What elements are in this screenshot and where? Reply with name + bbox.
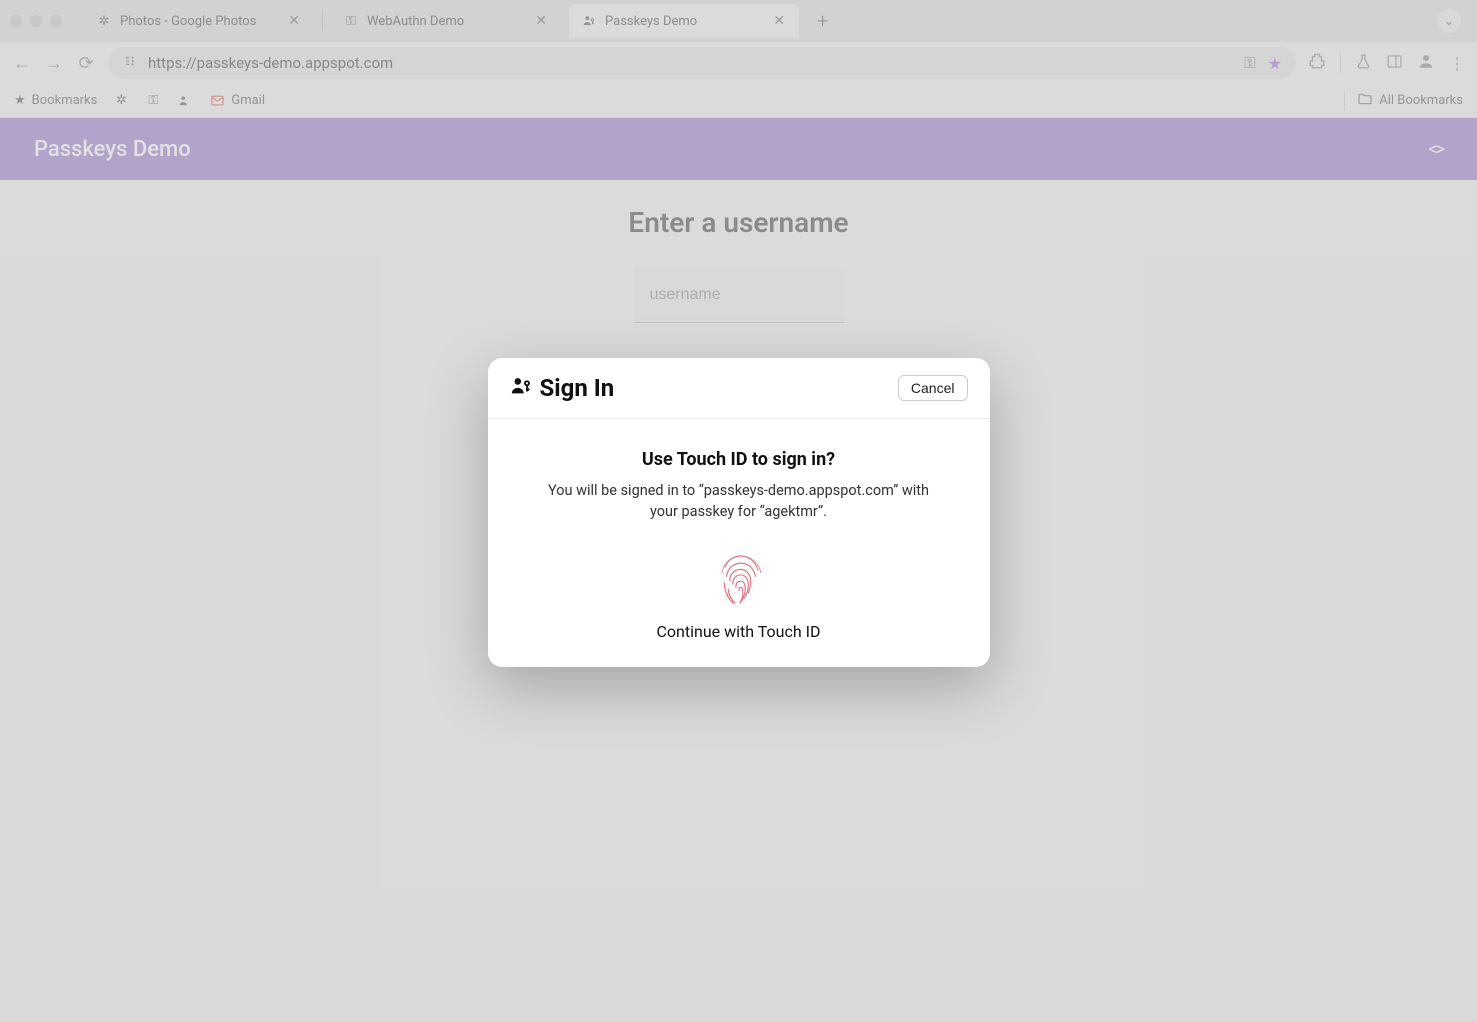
fingerprint-icon[interactable] bbox=[714, 550, 764, 606]
modal-body: Use Touch ID to sign in? You will be sig… bbox=[488, 419, 990, 667]
modal-question: Use Touch ID to sign in? bbox=[518, 449, 960, 470]
modal-header: Sign In Cancel bbox=[488, 358, 990, 419]
cancel-button[interactable]: Cancel bbox=[898, 375, 968, 401]
modal-title: Sign In bbox=[540, 374, 615, 402]
modal-description: You will be signed in to “passkeys-demo.… bbox=[539, 480, 939, 522]
touchid-label: Continue with Touch ID bbox=[518, 622, 960, 641]
person-key-icon bbox=[510, 375, 532, 402]
signin-modal: Sign In Cancel Use Touch ID to sign in? … bbox=[488, 358, 990, 667]
